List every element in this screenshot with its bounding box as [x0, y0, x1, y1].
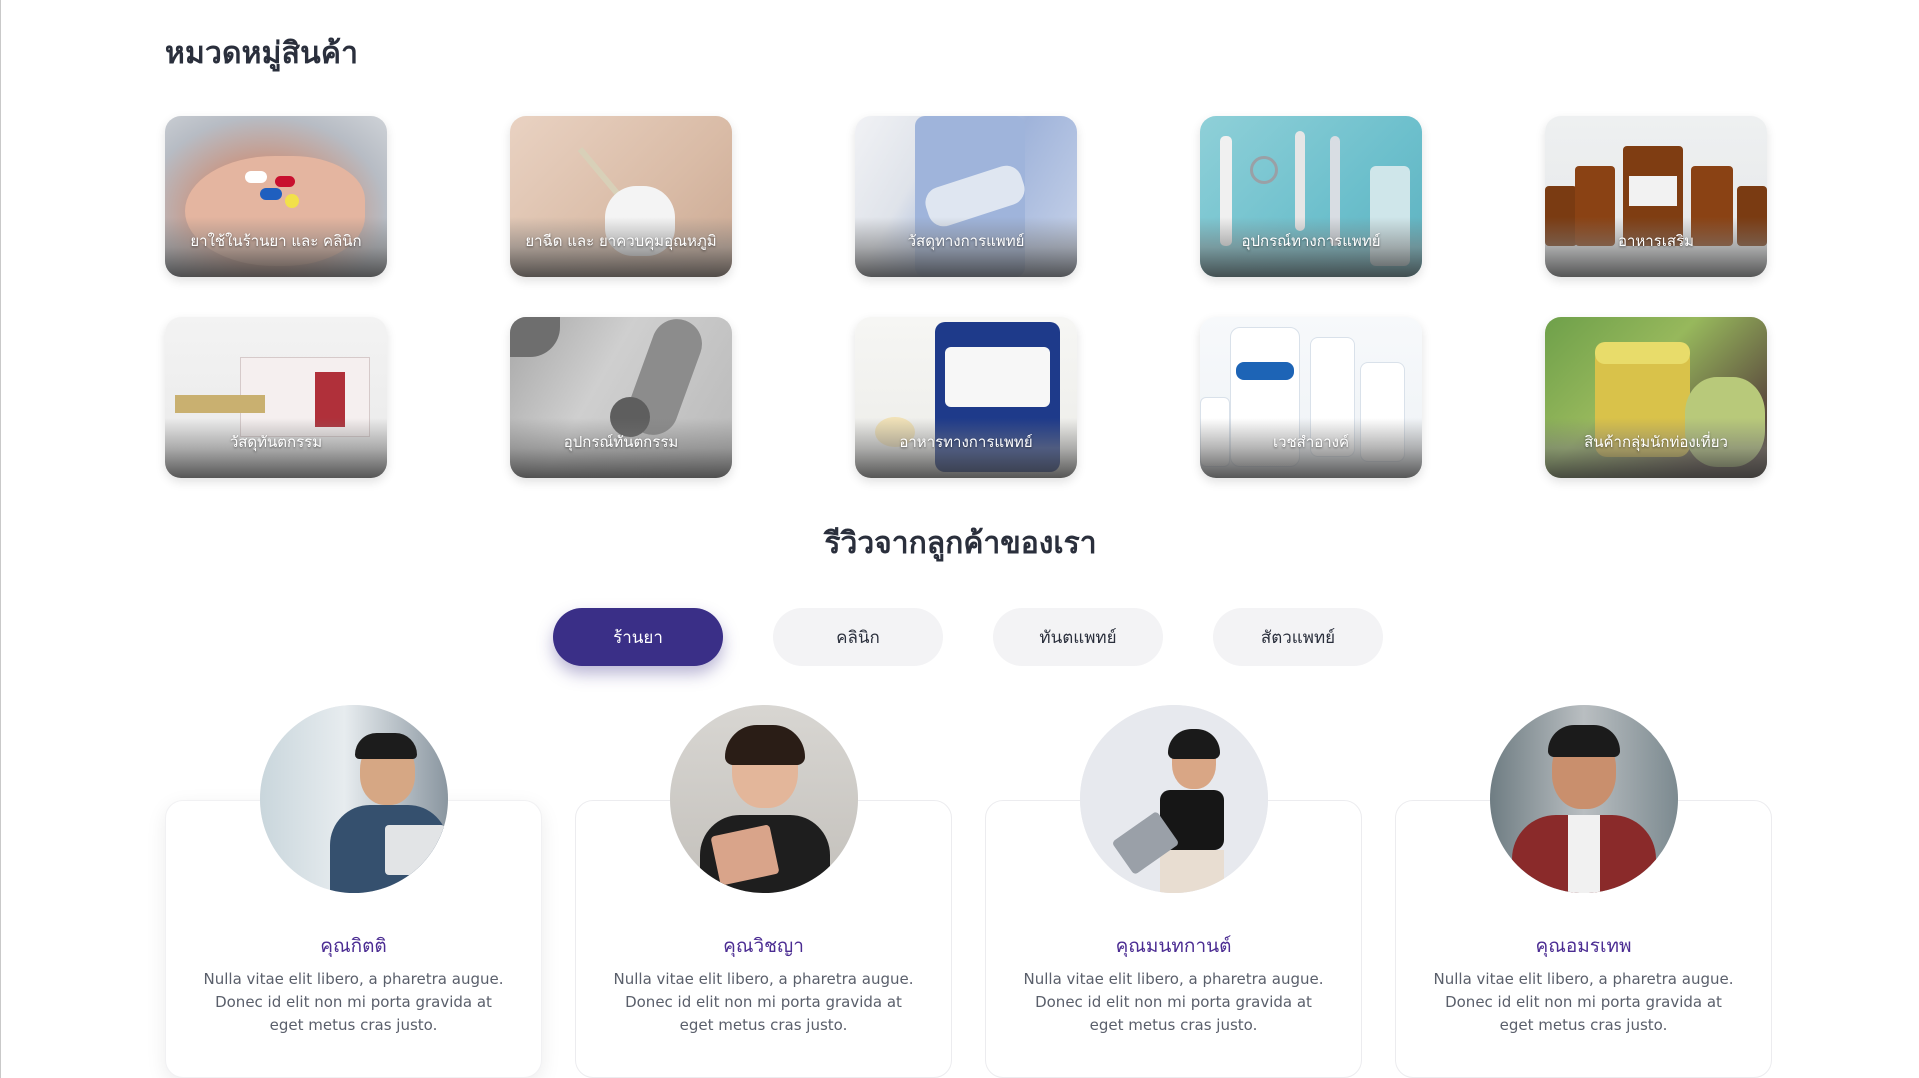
category-card-dental-equipment[interactable]: อุปกรณ์ทันตกรรม	[510, 317, 732, 478]
category-card-tourist-products[interactable]: สินค้ากลุ่มนักท่องเที่ยว	[1545, 317, 1767, 478]
review-text: Nulla vitae elit libero, a pharetra augu…	[613, 970, 914, 1034]
category-card-medical-food[interactable]: อาหารทางการแพทย์	[855, 317, 1077, 478]
reviewer-name: คุณอมรเทพ	[1535, 935, 1632, 957]
review-card: คุณมนทกานต์ Nulla vitae elit libero, a p…	[985, 705, 1362, 1078]
avatar	[1489, 705, 1678, 893]
tab-pharmacy[interactable]: ร้านยา	[553, 608, 723, 666]
category-label: ยาฉีด และ ยาควบคุมอุณหภูมิ	[525, 232, 717, 250]
reviewer-name: คุณวิชญา	[723, 935, 804, 957]
category-card-cosmeceuticals[interactable]: เวชสำอางค์	[1200, 317, 1422, 478]
category-card-injectables[interactable]: ยาฉีด และ ยาควบคุมอุณหภูมิ	[510, 116, 732, 277]
category-card-medical-equipment[interactable]: อุปกรณ์ทางการแพทย์	[1200, 116, 1422, 277]
category-card-dental-materials[interactable]: วัสดุทันตกรรม	[165, 317, 387, 478]
review-card: คุณกิตติ Nulla vitae elit libero, a phar…	[165, 705, 542, 1078]
review-text: Nulla vitae elit libero, a pharetra augu…	[203, 970, 504, 1034]
review-card: คุณวิชญา Nulla vitae elit libero, a phar…	[575, 705, 952, 1078]
category-label: อุปกรณ์ทันตกรรม	[563, 433, 679, 451]
tab-veterinarian[interactable]: สัตวแพทย์	[1213, 608, 1383, 666]
review-cards: คุณกิตติ Nulla vitae elit libero, a phar…	[165, 705, 1772, 1078]
category-label: เวชสำอางค์	[1272, 433, 1350, 451]
category-label: สินค้ากลุ่มนักท่องเที่ยว	[1584, 433, 1728, 451]
category-label: อาหารทางการแพทย์	[899, 433, 1033, 451]
review-card: คุณอมรเทพ Nulla vitae elit libero, a pha…	[1395, 705, 1772, 1078]
reviewer-name: คุณมนทกานต์	[1115, 935, 1232, 957]
tab-dentist[interactable]: ทันตแพทย์	[993, 608, 1163, 666]
page: หมวดหมู่สินค้า ยาใช้ในร้านยา และ คลินิก …	[0, 0, 1919, 1078]
category-label: อาหารเสริม	[1617, 232, 1695, 250]
category-card-supplements[interactable]: อาหารเสริม	[1545, 116, 1767, 277]
category-label: วัสดุทันตกรรม	[229, 433, 323, 451]
reviews-heading: รีวิวจากลูกค้าของเรา	[824, 526, 1097, 561]
category-card-medical-supplies[interactable]: วัสดุทางการแพทย์	[855, 116, 1077, 277]
categories-heading: หมวดหมู่สินค้า	[165, 36, 359, 71]
review-tabs: ร้านยา คลินิก ทันตแพทย์ สัตวแพทย์	[553, 608, 1383, 666]
avatar	[669, 705, 858, 893]
avatar	[259, 705, 448, 893]
category-label: อุปกรณ์ทางการแพทย์	[1241, 232, 1381, 250]
category-label: วัสดุทางการแพทย์	[907, 232, 1025, 250]
category-grid: ยาใช้ในร้านยา และ คลินิก ยาฉีด และ ยาควบ…	[165, 116, 1767, 478]
tab-clinic[interactable]: คลินิก	[773, 608, 943, 666]
review-text: Nulla vitae elit libero, a pharetra augu…	[1023, 970, 1324, 1034]
review-text: Nulla vitae elit libero, a pharetra augu…	[1433, 970, 1734, 1034]
reviewer-name: คุณกิตติ	[320, 935, 387, 957]
category-card-pharmacy-drugs[interactable]: ยาใช้ในร้านยา และ คลินิก	[165, 116, 387, 277]
avatar	[1079, 705, 1268, 893]
category-label: ยาใช้ในร้านยา และ คลินิก	[190, 232, 362, 250]
